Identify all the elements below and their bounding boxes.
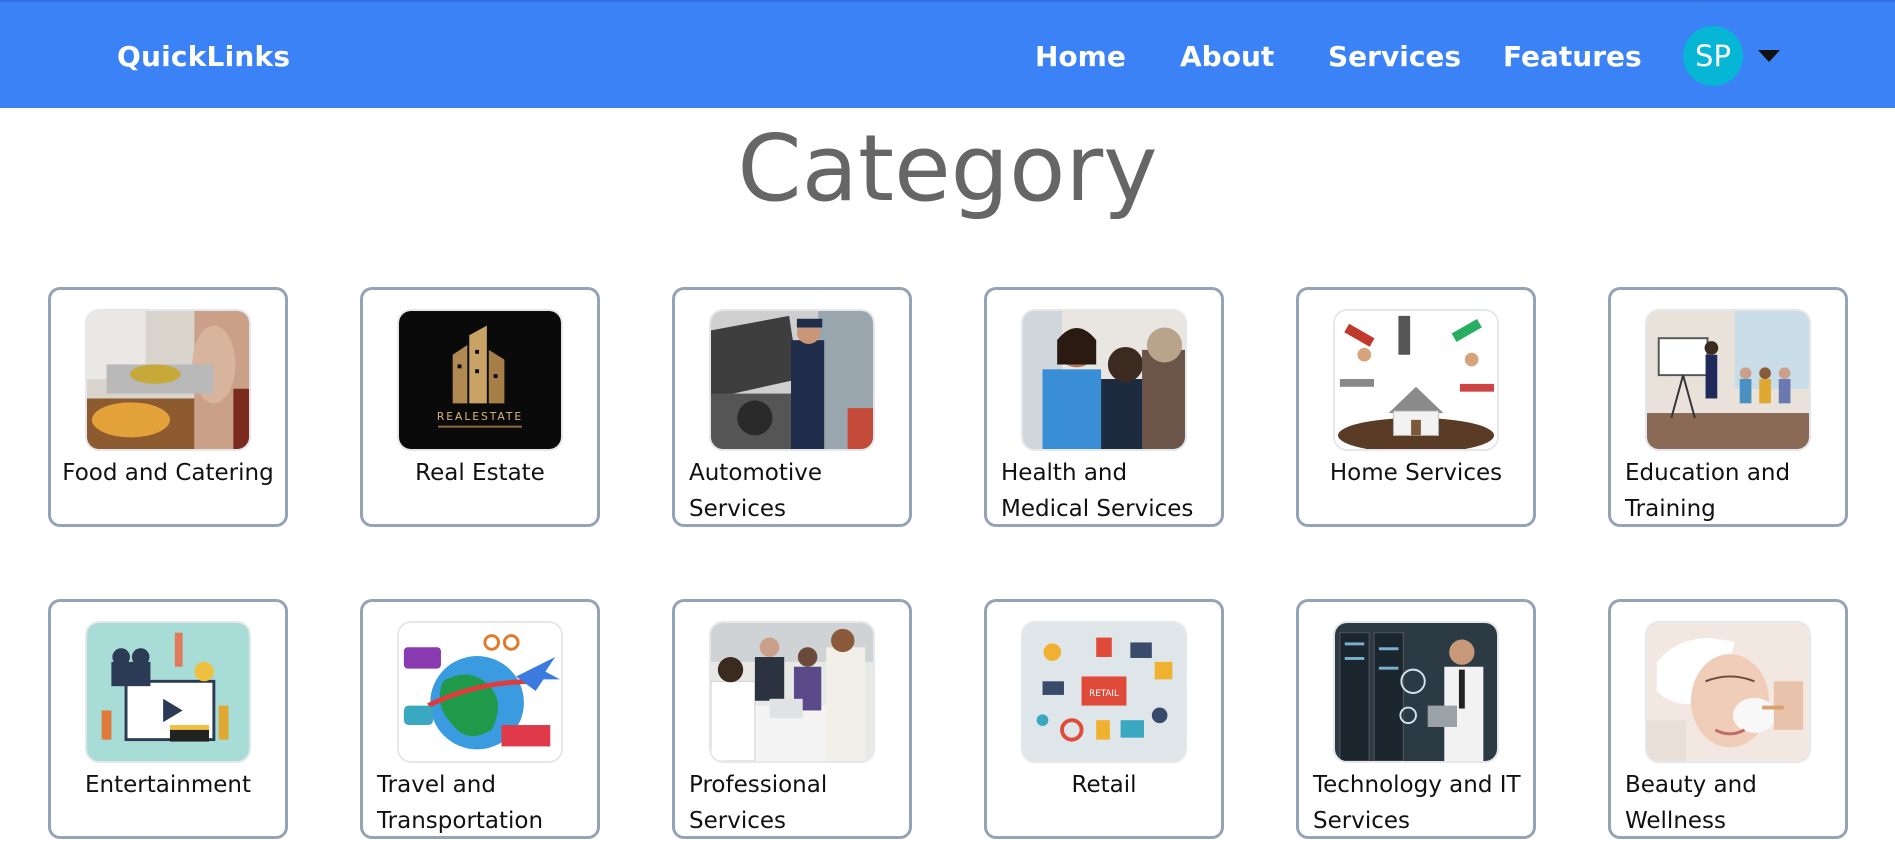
classroom-presentation-image bbox=[1645, 309, 1811, 451]
category-label: Education and Training bbox=[1625, 460, 1791, 522]
category-card-real-estate[interactable]: REALESTATE Real Estate bbox=[360, 287, 600, 527]
nav-links: Home About Services Features bbox=[0, 40, 1895, 80]
svg-text:RETAIL: RETAIL bbox=[1089, 689, 1119, 699]
category-card-education-training[interactable]: Education and Training bbox=[1608, 287, 1848, 527]
category-card-technology-it[interactable]: Technology and IT Services bbox=[1296, 599, 1536, 839]
category-label: Health and Medical Services bbox=[1001, 460, 1194, 522]
category-label: Real Estate bbox=[415, 460, 545, 486]
business-meeting-image bbox=[709, 621, 875, 763]
category-card-food-catering[interactable]: Food and Catering bbox=[48, 287, 288, 527]
svg-text:REALESTATE: REALESTATE bbox=[437, 410, 523, 423]
mechanic-image bbox=[709, 309, 875, 451]
category-card-retail[interactable]: RETAIL Retail bbox=[984, 599, 1224, 839]
category-card-professional-services[interactable]: Professional Services bbox=[672, 599, 912, 839]
real-estate-logo-image: REALESTATE bbox=[397, 309, 563, 451]
server-room-image bbox=[1333, 621, 1499, 763]
category-label: Automotive Services bbox=[689, 460, 823, 522]
caret-down-icon[interactable] bbox=[1758, 50, 1780, 62]
nav-about-link[interactable]: About bbox=[1180, 40, 1274, 73]
category-label: Professional Services bbox=[689, 772, 828, 834]
page-title: Category bbox=[737, 115, 1158, 222]
category-label: Retail bbox=[1071, 772, 1137, 798]
category-card-health-medical[interactable]: Health and Medical Services bbox=[984, 287, 1224, 527]
category-card-automotive[interactable]: Automotive Services bbox=[672, 287, 912, 527]
film-production-image bbox=[85, 621, 251, 763]
nav-services-link[interactable]: Services bbox=[1328, 40, 1461, 73]
category-card-home-services[interactable]: Home Services bbox=[1296, 287, 1536, 527]
nav-home-link[interactable]: Home bbox=[1035, 40, 1126, 73]
globe-vehicles-image bbox=[397, 621, 563, 763]
category-label: Food and Catering bbox=[62, 460, 274, 486]
top-navbar: QuickLinks Home About Services Features … bbox=[0, 0, 1895, 108]
category-label: Travel and Transportation bbox=[377, 772, 544, 834]
tools-house-image bbox=[1333, 309, 1499, 451]
category-card-travel-transportation[interactable]: Travel and Transportation bbox=[360, 599, 600, 839]
category-label: Beauty and Wellness bbox=[1625, 772, 1757, 834]
nav-features-link[interactable]: Features bbox=[1503, 40, 1642, 73]
category-card-beauty-wellness[interactable]: Beauty and Wellness bbox=[1608, 599, 1848, 839]
category-label: Home Services bbox=[1329, 460, 1503, 486]
category-label: Entertainment bbox=[85, 772, 251, 798]
facial-treatment-image bbox=[1645, 621, 1811, 763]
category-card-entertainment[interactable]: Entertainment bbox=[48, 599, 288, 839]
doctor-patient-image bbox=[1021, 309, 1187, 451]
food-catering-image bbox=[85, 309, 251, 451]
retail-icons-image: RETAIL bbox=[1021, 621, 1187, 763]
category-label: Technology and IT Services bbox=[1313, 772, 1521, 834]
user-avatar[interactable]: SP bbox=[1683, 26, 1743, 86]
